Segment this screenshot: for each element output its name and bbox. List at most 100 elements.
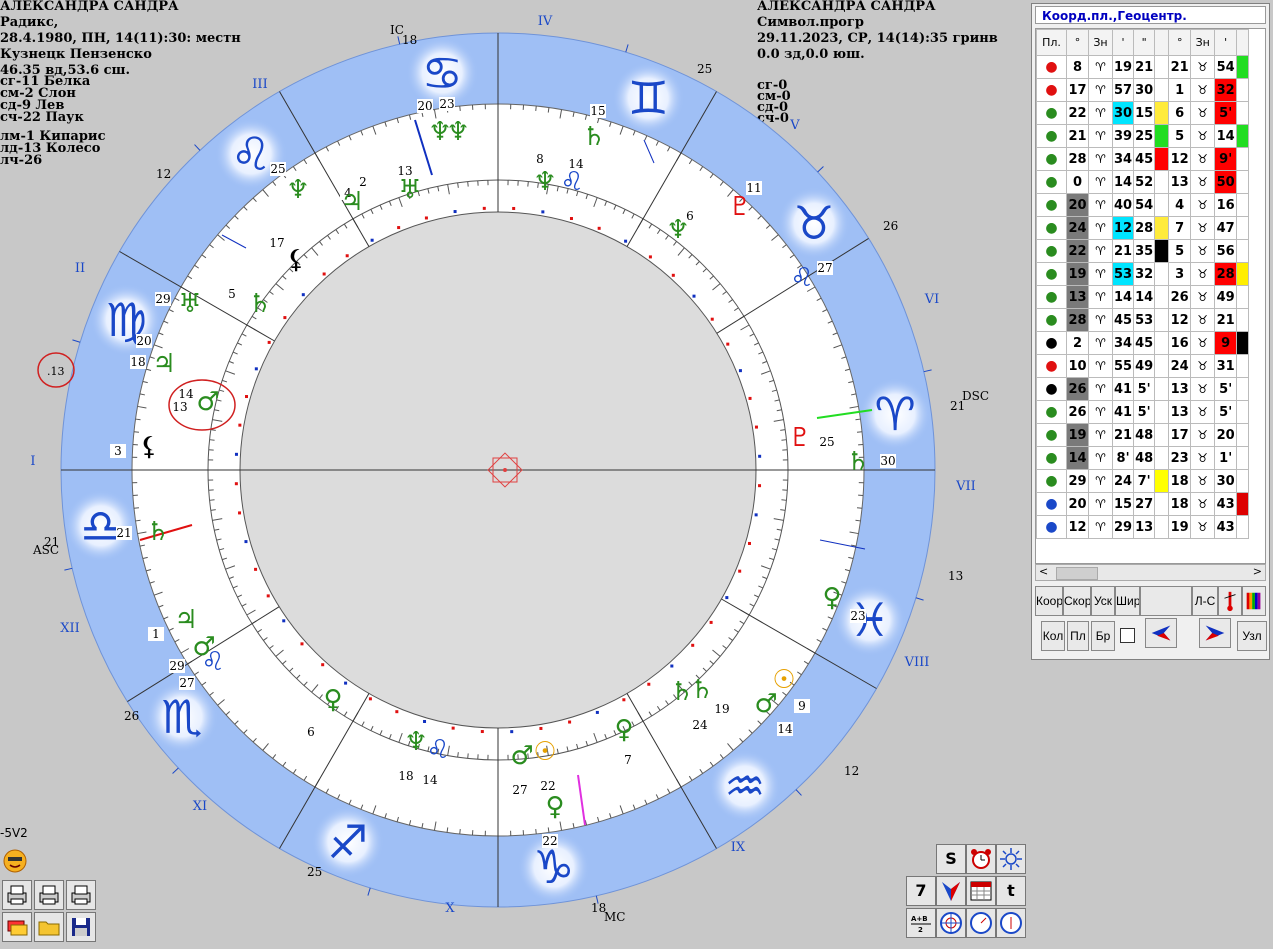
pl-button[interactable]: Пл <box>1067 621 1089 651</box>
house-numeral: III <box>252 77 267 92</box>
circle-button[interactable] <box>966 908 996 938</box>
arrow-down-button[interactable] <box>936 876 966 906</box>
table-cell <box>1236 331 1250 355</box>
aspect-dot <box>370 238 374 242</box>
table-row[interactable]: ● 28 ♈ 34 45 12 ♉ 9' <box>1036 147 1250 171</box>
aspect-dot <box>758 454 762 458</box>
aspect-dot <box>670 664 674 668</box>
planet-icon: ♃ <box>174 605 197 635</box>
print-button[interactable] <box>2 880 32 910</box>
thermometer-button[interactable] <box>1218 586 1242 616</box>
new-button[interactable] <box>2 912 32 942</box>
formula-button[interactable]: A+B 2 <box>906 908 936 938</box>
aspect-dot <box>754 513 758 517</box>
table-cell: 13 <box>1168 377 1192 401</box>
table-row[interactable]: ● 21 ♈ 39 25 5 ♉ 14 <box>1036 124 1250 148</box>
planet-icon: ♀ <box>323 685 342 715</box>
table-row[interactable]: ● 26 ♈ 41 5' 13 ♉ 5' <box>1036 400 1250 424</box>
table-row[interactable]: ● 2 ♈ 34 45 16 ♉ 9 <box>1036 331 1250 355</box>
planet-coordinates-grid[interactable]: Пл. ° Зн ' " ° Зн ' ● 8 ♈ 19 21 21 ♉ 54 ● 17 ♈ 57 30… <box>1035 28 1266 564</box>
col-button[interactable]: Кол <box>1041 621 1065 651</box>
scroll-thumb[interactable] <box>1056 567 1098 580</box>
scroll-right-icon[interactable]: > <box>1253 565 1262 578</box>
checkbox[interactable] <box>1120 628 1135 643</box>
inner-degree-label: 27 <box>512 783 527 797</box>
table-row[interactable]: ● 26 ♈ 41 5' 13 ♉ 5' <box>1036 377 1250 401</box>
table-cell: 21 <box>1168 55 1192 79</box>
table-row[interactable]: ● 10 ♈ 55 49 24 ♉ 31 <box>1036 354 1250 378</box>
seven-button[interactable]: 7 <box>906 876 936 906</box>
alarm-button[interactable] <box>966 844 996 874</box>
table-cell: 21 <box>1133 55 1156 79</box>
table-row[interactable]: ● 12 ♈ 29 13 19 ♉ 43 <box>1036 515 1250 539</box>
latitude-button[interactable]: Шир <box>1115 586 1140 616</box>
aspect-dot <box>345 254 349 258</box>
right-toolbar: S 7 t A+B 2 <box>870 844 1030 949</box>
t-button[interactable]: t <box>996 876 1026 906</box>
next-button[interactable] <box>1199 618 1231 648</box>
zodiac-sign-icon: ♒ <box>724 759 765 813</box>
panel-title: Коорд.пл.,Геоцентр. <box>1035 6 1266 24</box>
table-row[interactable]: ● 0 ♈ 14 52 13 ♉ 50 <box>1036 170 1250 194</box>
table-row[interactable]: ● 20 ♈ 40 54 4 ♉ 16 <box>1036 193 1250 217</box>
table-row[interactable]: ● 13 ♈ 14 14 26 ♉ 49 <box>1036 285 1250 309</box>
print-button[interactable] <box>34 880 64 910</box>
sign-icon: ♉ <box>1190 285 1216 309</box>
planet-icon: ● <box>1036 400 1067 424</box>
aspect-dot <box>234 452 238 456</box>
table-cell: 3 <box>1168 262 1192 286</box>
table-cell: 40 <box>1111 193 1135 217</box>
table-row[interactable]: ● 19 ♈ 21 48 17 ♉ 20 <box>1036 423 1250 447</box>
table-row[interactable]: ● 17 ♈ 57 30 1 ♉ 32 <box>1036 78 1250 102</box>
aspect-dot <box>395 710 399 714</box>
astrology-chart[interactable]: ♋ ♊♉♈♓♒♑♐♏♎♍♌ IIIIIIIVVVIVIIVIIIIXXXIXII … <box>0 0 1030 949</box>
sun-button[interactable] <box>996 844 1026 874</box>
table-cell: 12 <box>1168 147 1192 171</box>
coord-button[interactable]: Коор <box>1035 586 1063 616</box>
sign-icon: ♉ <box>1190 55 1216 79</box>
horizontal-scrollbar[interactable]: < > <box>1035 564 1266 581</box>
aspect-dot <box>322 272 326 276</box>
print-button[interactable] <box>66 880 96 910</box>
tick-mark <box>64 567 73 571</box>
sign-icon: ♈ <box>1088 515 1113 539</box>
house-numeral: VIII <box>904 655 930 670</box>
nodes-button[interactable]: Узл <box>1237 621 1267 651</box>
s-button[interactable]: S <box>936 844 966 874</box>
col-blank <box>1154 29 1170 56</box>
table-row[interactable]: ● 28 ♈ 45 53 12 ♉ 21 <box>1036 308 1250 332</box>
table-row[interactable]: ● 29 ♈ 24 7' 18 ♉ 30 <box>1036 469 1250 493</box>
planet-icon: ● <box>1036 492 1067 516</box>
planet-icon: ♄ <box>582 122 605 152</box>
sign-icon: ♈ <box>1088 492 1113 516</box>
planet-icon: ♆ <box>533 167 556 197</box>
table-row[interactable]: ● 8 ♈ 19 21 21 ♉ 54 <box>1036 55 1250 79</box>
br-button[interactable]: Бр <box>1091 621 1115 651</box>
smiley-button[interactable] <box>2 848 28 874</box>
speed-button[interactable]: Скор <box>1063 586 1091 616</box>
aspect-dot <box>267 340 271 344</box>
table-row[interactable]: ● 22 ♈ 21 35 5 ♉ 56 <box>1036 239 1250 263</box>
open-button[interactable] <box>34 912 64 942</box>
calendar-button[interactable] <box>966 876 996 906</box>
inner-degree-label: 27 <box>817 261 832 275</box>
accel-button[interactable]: Уск <box>1091 586 1115 616</box>
blank-button[interactable] <box>1140 586 1192 616</box>
wheel-button[interactable] <box>936 908 966 938</box>
circle-button[interactable] <box>996 908 1026 938</box>
table-row[interactable]: ● 19 ♈ 53 32 3 ♉ 28 <box>1036 262 1250 286</box>
table-row[interactable]: ● 20 ♈ 15 27 18 ♉ 43 <box>1036 492 1250 516</box>
table-row[interactable]: ● 24 ♈ 12 28 7 ♉ 47 <box>1036 216 1250 240</box>
aspect-dot <box>254 367 258 371</box>
table-cell: 45 <box>1133 331 1156 355</box>
ls-button[interactable]: Л-С <box>1192 586 1218 616</box>
palette-button[interactable] <box>1242 586 1266 616</box>
table-row[interactable]: ● 14 ♈ 8' 48 23 ♉ 1' <box>1036 446 1250 470</box>
save-button[interactable] <box>66 912 96 942</box>
scroll-left-icon[interactable]: < <box>1039 565 1048 578</box>
col-header: ° <box>1168 29 1192 56</box>
tick-mark <box>209 499 215 501</box>
table-cell <box>1236 216 1250 240</box>
prev-button[interactable] <box>1145 618 1177 648</box>
table-row[interactable]: ● 22 ♈ 30 15 6 ♉ 5' <box>1036 101 1250 125</box>
